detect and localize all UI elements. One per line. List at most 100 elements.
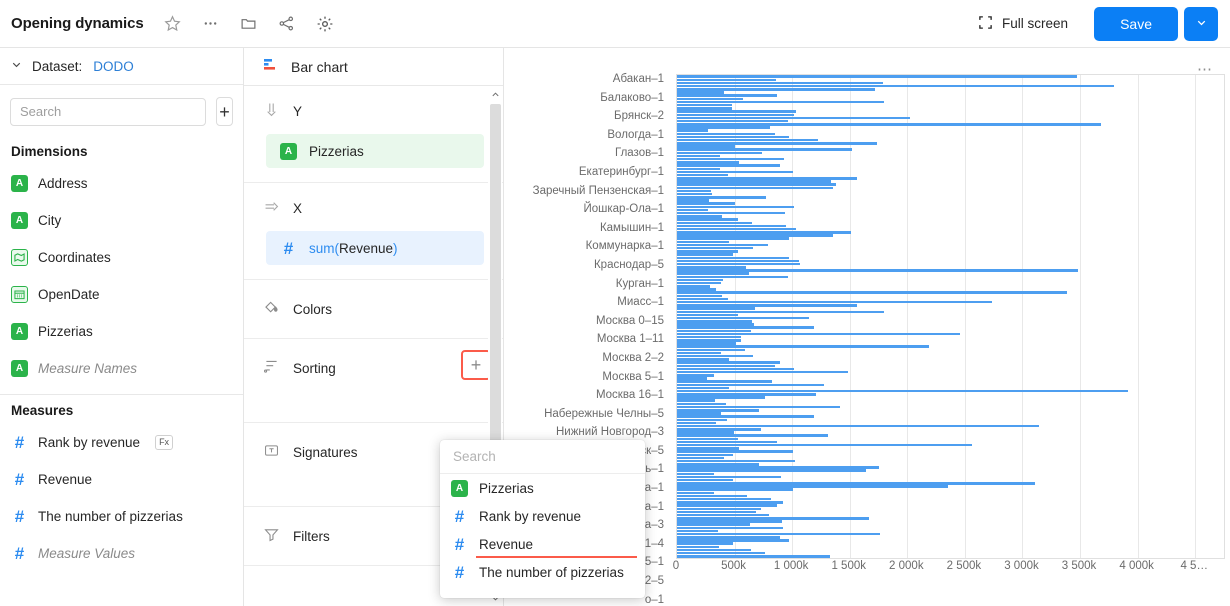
chart-bar[interactable] xyxy=(677,167,721,170)
chart-bar[interactable] xyxy=(677,250,738,253)
chart-bar[interactable] xyxy=(677,256,790,259)
chart-bar[interactable] xyxy=(677,269,1079,272)
chart-bar[interactable] xyxy=(677,459,795,463)
chart-type-selector[interactable]: Bar chart xyxy=(244,48,503,86)
chart-bar[interactable] xyxy=(677,170,794,174)
save-dropdown-button[interactable] xyxy=(1184,6,1218,41)
chart-bar[interactable] xyxy=(677,351,721,355)
chart-bar[interactable] xyxy=(677,189,712,193)
chart-bar[interactable] xyxy=(677,466,880,469)
chart-bar[interactable] xyxy=(677,84,1114,88)
dropdown-item-number-of-pizzerias[interactable]: # The number of pizzerias xyxy=(440,558,645,586)
chart-bar[interactable] xyxy=(677,396,766,399)
chart-bar[interactable] xyxy=(677,110,797,113)
chart-bar[interactable] xyxy=(677,409,759,412)
measure-revenue[interactable]: # Revenue xyxy=(0,461,243,498)
chart-bar[interactable] xyxy=(677,281,721,285)
chart-bar[interactable] xyxy=(677,513,769,517)
chart-bar[interactable] xyxy=(677,507,761,510)
scroll-up-icon[interactable] xyxy=(488,86,502,102)
chart-bar[interactable] xyxy=(677,548,752,552)
chart-bar[interactable] xyxy=(677,469,867,472)
chart-bar[interactable] xyxy=(677,91,724,94)
chart-bar[interactable] xyxy=(677,135,789,139)
chart-bar[interactable] xyxy=(677,532,880,536)
chart-bar[interactable] xyxy=(677,488,793,491)
chart-bar[interactable] xyxy=(677,370,849,374)
chart-bar[interactable] xyxy=(677,224,786,228)
chart-bar[interactable] xyxy=(677,418,727,422)
chart-bar[interactable] xyxy=(677,389,1128,393)
chart-bar[interactable] xyxy=(677,107,732,110)
chart-bar[interactable] xyxy=(677,456,725,460)
chart-bar[interactable] xyxy=(677,294,723,298)
chart-bar[interactable] xyxy=(677,440,778,444)
chart-bar[interactable] xyxy=(677,272,750,275)
chart-bar[interactable] xyxy=(677,326,815,329)
chart-bar[interactable] xyxy=(677,119,788,123)
chart-bar[interactable] xyxy=(677,329,751,333)
chart-bar[interactable] xyxy=(677,78,776,82)
chart-bar[interactable] xyxy=(677,313,739,317)
chart-bar[interactable] xyxy=(677,148,852,151)
chart-bar[interactable] xyxy=(677,154,720,158)
chart-bar[interactable] xyxy=(677,196,766,199)
chart-bar[interactable] xyxy=(677,221,753,225)
scrollbar-thumb[interactable] xyxy=(490,104,501,472)
chart-bar[interactable] xyxy=(677,262,801,266)
dropdown-item-rank-by-revenue[interactable]: # Rank by revenue xyxy=(440,502,645,530)
add-sorting-button[interactable]: + xyxy=(461,350,491,380)
chart-bar[interactable] xyxy=(677,332,960,336)
dimension-measure-names[interactable]: A Measure Names xyxy=(0,350,243,387)
measure-measure-values[interactable]: # Measure Values xyxy=(0,535,243,572)
chart-bar[interactable] xyxy=(677,399,715,402)
dataset-row[interactable]: Dataset: DODO xyxy=(0,48,243,85)
chart-bar[interactable] xyxy=(677,526,783,530)
chart-bar[interactable] xyxy=(677,434,828,437)
chart-bar[interactable] xyxy=(677,494,747,498)
chart-bar[interactable] xyxy=(677,383,824,387)
chart-bar[interactable] xyxy=(677,300,992,304)
dimension-pizzerias[interactable]: A Pizzerias xyxy=(0,313,243,350)
chart-bar[interactable] xyxy=(677,94,778,97)
add-field-button[interactable]: + xyxy=(216,97,233,126)
chart-bar[interactable] xyxy=(677,491,715,495)
chart-bar[interactable] xyxy=(677,386,729,390)
chart-bar[interactable] xyxy=(677,447,740,450)
chart-bar[interactable] xyxy=(677,475,781,479)
chart-bar[interactable] xyxy=(677,367,794,371)
save-button[interactable]: Save xyxy=(1094,6,1178,41)
chart-bar[interactable] xyxy=(677,205,794,209)
chart-bar[interactable] xyxy=(677,345,929,348)
chart-bar[interactable] xyxy=(677,450,794,453)
chart-bar[interactable] xyxy=(677,142,877,145)
chart-bar[interactable] xyxy=(677,453,733,456)
chart-bar[interactable] xyxy=(677,285,711,288)
chart-bar[interactable] xyxy=(677,539,789,542)
chart-bar[interactable] xyxy=(677,208,709,212)
measure-rank-by-revenue[interactable]: # Rank by revenue Fx xyxy=(0,424,243,461)
chart-bar[interactable] xyxy=(677,552,766,555)
chart-bar[interactable] xyxy=(677,75,1078,78)
chart-bar[interactable] xyxy=(677,307,755,310)
chart-bar[interactable] xyxy=(677,304,857,307)
chart-bar[interactable] xyxy=(677,138,818,142)
chart-bar[interactable] xyxy=(677,355,754,358)
dropdown-item-revenue[interactable]: # Revenue xyxy=(440,530,645,558)
more-icon[interactable] xyxy=(196,9,226,39)
chart-bar[interactable] xyxy=(677,234,834,237)
chart-bar[interactable] xyxy=(677,478,734,482)
chart-bar[interactable] xyxy=(677,380,772,383)
chart-bar[interactable] xyxy=(677,177,858,180)
chart-bar[interactable] xyxy=(677,288,717,291)
chart-bar[interactable] xyxy=(677,339,741,342)
folder-icon[interactable] xyxy=(234,9,264,39)
chart-bar[interactable] xyxy=(677,358,729,361)
chart-bar[interactable] xyxy=(677,164,780,167)
chart-bar[interactable] xyxy=(677,517,870,520)
chart-bar[interactable] xyxy=(677,443,972,447)
chart-bar[interactable] xyxy=(677,81,884,85)
chart-bar[interactable] xyxy=(677,335,742,339)
chart-bar[interactable] xyxy=(677,428,762,431)
dimension-opendate[interactable]: OpenDate xyxy=(0,276,243,313)
